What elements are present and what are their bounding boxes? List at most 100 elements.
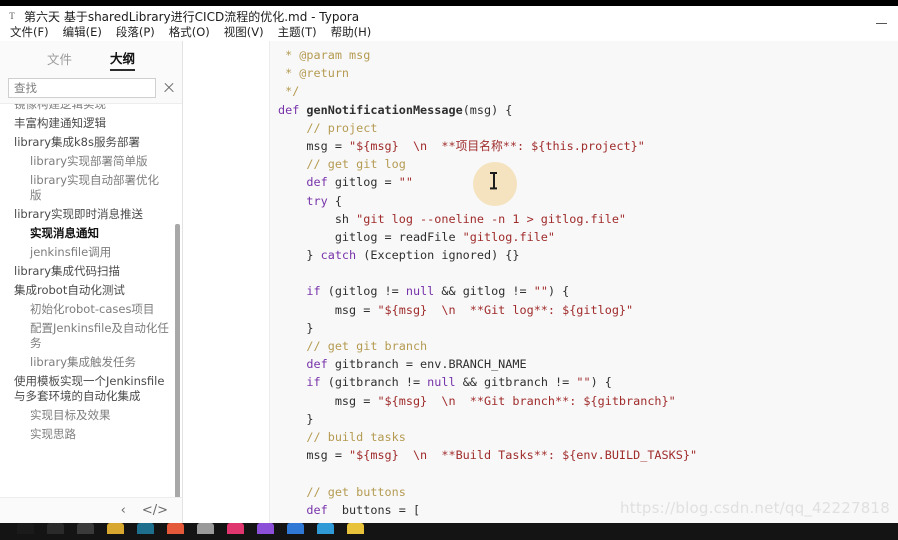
- source-code-icon[interactable]: </>: [142, 503, 168, 518]
- outline-item[interactable]: library实现部署简单版: [8, 152, 169, 171]
- code-line[interactable]: * @return: [278, 64, 898, 82]
- code-token: "": [576, 375, 591, 390]
- taskbar-icon-12[interactable]: [340, 523, 370, 540]
- code-fence[interactable]: * @param msg * @return */ def genNotifica…: [269, 41, 898, 523]
- outline-item[interactable]: library集成代码扫描: [8, 262, 169, 281]
- menu-view[interactable]: 视图(V): [217, 24, 271, 41]
- code-line[interactable]: // get git branch: [278, 337, 898, 355]
- outline-item[interactable]: 配置Jenkinsfile及自动化任务: [8, 319, 169, 353]
- code-line[interactable]: def genNotificationMessage(msg) {: [278, 101, 898, 119]
- code-line[interactable]: * @param msg: [278, 46, 898, 64]
- code-line[interactable]: gitlog = readFile "gitlog.file": [278, 228, 898, 246]
- code-line[interactable]: [278, 264, 898, 282]
- code-token: "${msg} \n **Git branch**: ${gitbranch}": [377, 393, 676, 408]
- code-line[interactable]: try {: [278, 192, 898, 210]
- code-token: (gitlog !=: [320, 284, 406, 299]
- taskbar-icon-3[interactable]: [70, 523, 100, 540]
- code-content[interactable]: * @param msg * @return */ def genNotifica…: [270, 46, 898, 523]
- code-token: null: [405, 284, 435, 299]
- code-line[interactable]: // project: [278, 119, 898, 137]
- code-line[interactable]: // get buttons: [278, 483, 898, 501]
- menu-file[interactable]: 文件(F): [3, 24, 56, 41]
- taskbar-icon-2[interactable]: [40, 523, 70, 540]
- outline-item[interactable]: 丰富构建通知逻辑: [8, 114, 169, 133]
- code-line[interactable]: msg = "${msg} \n **Git branch**: ${gitbr…: [278, 392, 898, 410]
- outline-item[interactable]: 初始化robot-cases项目: [8, 300, 169, 319]
- taskbar-icon-11[interactable]: [310, 523, 340, 540]
- code-line[interactable]: } catch (Exception ignored) {}: [278, 246, 898, 264]
- menu-bar: 文件(F) 编辑(E) 段落(P) 格式(O) 视图(V) 主题(T) 帮助(H): [0, 24, 898, 41]
- search-input[interactable]: 查找: [8, 78, 156, 98]
- code-line[interactable]: def gitlog = "": [278, 173, 898, 191]
- code-line[interactable]: }: [278, 319, 898, 337]
- code-line[interactable]: sh "git log --oneline -n 1 > gitlog.file…: [278, 210, 898, 228]
- code-token: {: [327, 193, 342, 208]
- code-line[interactable]: msg = "${msg} \n **Build Tasks**: ${env.…: [278, 446, 898, 464]
- outline-item[interactable]: 使用模板实现一个Jenkinsfile与多套环境的自动化集成: [8, 372, 169, 406]
- code-token: null: [427, 375, 456, 390]
- code-line[interactable]: msg = "${msg} \n **项目名称**: ${this.projec…: [278, 137, 898, 155]
- code-token: }: [278, 248, 321, 263]
- outline-item[interactable]: library集成k8s服务部署: [8, 133, 169, 152]
- code-line[interactable]: def buttons = [: [278, 501, 898, 519]
- window-body: 文件 大纲 查找 镜像构建逻辑实现 丰富构建通知逻辑 library集成k8s服务部署…: [0, 41, 898, 523]
- taskbar-icon-9[interactable]: [250, 523, 280, 540]
- code-line[interactable]: if (gitbranch != null && gitbranch != ""…: [278, 373, 898, 391]
- sidebar-scrollbar-thumb[interactable]: [175, 224, 180, 497]
- search-placeholder: 查找: [14, 81, 37, 95]
- code-token: msg =: [278, 138, 350, 153]
- outline-item[interactable]: 集成robot自动化测试: [8, 281, 169, 300]
- outline-item[interactable]: 镜像构建逻辑实现: [8, 104, 169, 114]
- code-line[interactable]: def gitbranch = env.BRANCH_NAME: [278, 355, 898, 373]
- code-line[interactable]: // get git log: [278, 155, 898, 173]
- outline-item[interactable]: 实现目标及效果: [8, 406, 169, 425]
- close-icon[interactable]: [162, 81, 176, 95]
- taskbar-icon-1[interactable]: [10, 523, 40, 540]
- window-title: 第六天 基于sharedLibrary进行CICD流程的优化.md - Typo…: [24, 9, 360, 24]
- code-token: * @param msg: [278, 48, 371, 62]
- taskbar-icon-5[interactable]: [130, 523, 160, 540]
- sidebar-tab-outline[interactable]: 大纲: [110, 48, 136, 71]
- code-token: // project: [278, 120, 378, 135]
- taskbar-icon-4[interactable]: [100, 523, 130, 540]
- outline-item[interactable]: 实现消息通知: [8, 224, 169, 243]
- code-token: */: [278, 84, 300, 99]
- code-token: "": [398, 175, 413, 190]
- code-line[interactable]: }: [278, 410, 898, 428]
- code-token: // get buttons: [278, 484, 406, 499]
- code-token: def: [278, 175, 335, 190]
- taskbar-icon-7[interactable]: [190, 523, 220, 540]
- code-token: && gitlog !=: [434, 284, 534, 299]
- menu-edit[interactable]: 编辑(E): [56, 24, 109, 41]
- chevron-left-icon[interactable]: ‹: [121, 503, 126, 518]
- outline-item[interactable]: library实现自动部署优化版: [8, 171, 169, 205]
- taskbar-icon-8[interactable]: [220, 523, 250, 540]
- typora-window: T 第六天 基于sharedLibrary进行CICD流程的优化.md - Ty…: [0, 0, 898, 540]
- sidebar-scrollbar[interactable]: [175, 104, 180, 497]
- menu-help[interactable]: 帮助(H): [324, 24, 379, 41]
- outline-item[interactable]: jenkinsfile调用: [8, 243, 169, 262]
- code-token: ) {: [547, 284, 570, 299]
- code-line[interactable]: if (gitlog != null && gitlog != "") {: [278, 282, 898, 300]
- title-bar: T 第六天 基于sharedLibrary进行CICD流程的优化.md - Ty…: [0, 6, 898, 26]
- taskbar-icon-10[interactable]: [280, 523, 310, 540]
- sidebar-tabs: 文件 大纲: [0, 41, 182, 73]
- outline-item[interactable]: library集成触发任务: [8, 353, 169, 372]
- menu-format[interactable]: 格式(O): [162, 24, 217, 41]
- menu-theme[interactable]: 主题(T): [271, 24, 324, 41]
- outline-item[interactable]: 实现思路: [8, 425, 169, 444]
- code-line[interactable]: // build tasks: [278, 428, 898, 446]
- code-token: (Exception ignored) {}: [356, 248, 520, 263]
- outline-item[interactable]: library实现即时消息推送: [8, 205, 169, 224]
- editor-area[interactable]: * @param msg * @return */ def genNotifica…: [184, 41, 898, 523]
- code-token: && gitbranch !=: [455, 375, 577, 390]
- sidebar-tab-files[interactable]: 文件: [47, 49, 72, 71]
- code-line[interactable]: msg = "${msg} \n **Git log**: ${gitlog}": [278, 301, 898, 319]
- code-token: catch: [320, 248, 357, 263]
- taskbar-icon-6[interactable]: [160, 523, 190, 540]
- code-line[interactable]: */: [278, 82, 898, 100]
- sidebar-search-row: 查找: [0, 73, 182, 103]
- code-token: genNotificationMessage: [306, 102, 463, 117]
- code-line[interactable]: [278, 464, 898, 482]
- menu-paragraph[interactable]: 段落(P): [109, 24, 162, 41]
